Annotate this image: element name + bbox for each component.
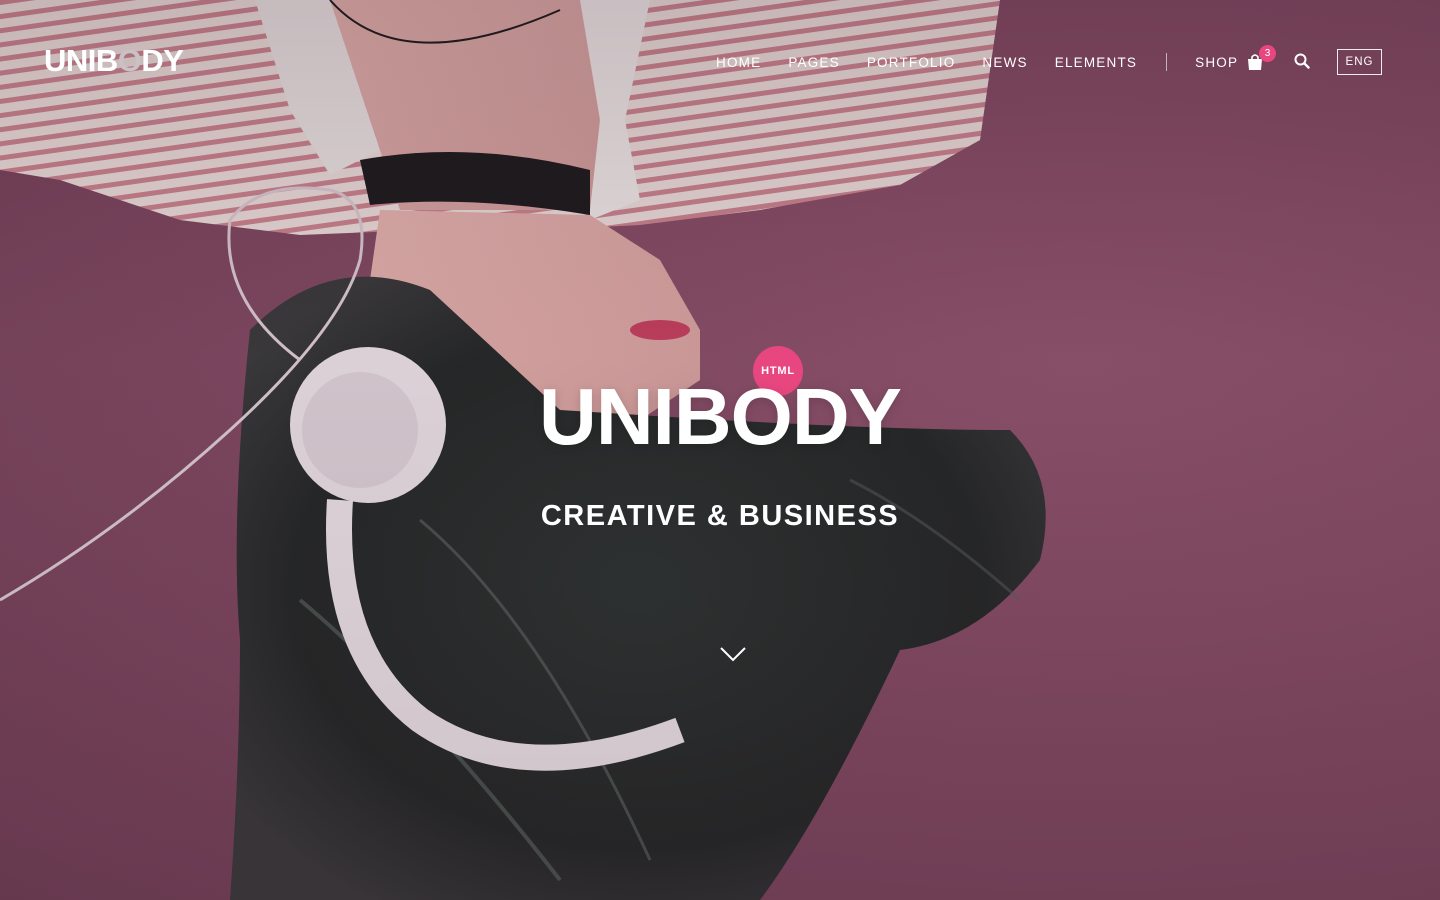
nav-item-shop[interactable]: SHOP — [1195, 55, 1238, 70]
chevron-down-icon[interactable] — [719, 645, 747, 663]
site-header: UNIBODY HOME PAGES PORTFOLIO NEWS ELEMEN… — [0, 0, 1440, 124]
site-logo[interactable]: UNIBODY — [44, 42, 184, 80]
nav-item-pages[interactable]: PAGES — [788, 55, 840, 70]
language-switcher[interactable]: ENG — [1337, 49, 1382, 75]
search-icon[interactable] — [1294, 53, 1310, 69]
nav-divider — [1166, 53, 1168, 71]
main-nav: HOME PAGES PORTFOLIO NEWS ELEMENTS SHOP — [716, 52, 1265, 72]
nav-item-portfolio[interactable]: PORTFOLIO — [867, 55, 956, 70]
hero-title: UNIBODY — [539, 372, 902, 461]
hero-subtitle: CREATIVE & BUSINESS — [540, 500, 900, 532]
nav-item-news[interactable]: NEWS — [982, 55, 1027, 70]
logo-text-part2: DY — [141, 43, 184, 78]
logo-text-o: O — [117, 43, 142, 78]
nav-item-home[interactable]: HOME — [716, 55, 761, 70]
nav-item-elements[interactable]: ELEMENTS — [1055, 55, 1137, 70]
logo-text-part1: UNIB — [44, 43, 118, 78]
cart-count-badge: 3 — [1259, 45, 1276, 62]
